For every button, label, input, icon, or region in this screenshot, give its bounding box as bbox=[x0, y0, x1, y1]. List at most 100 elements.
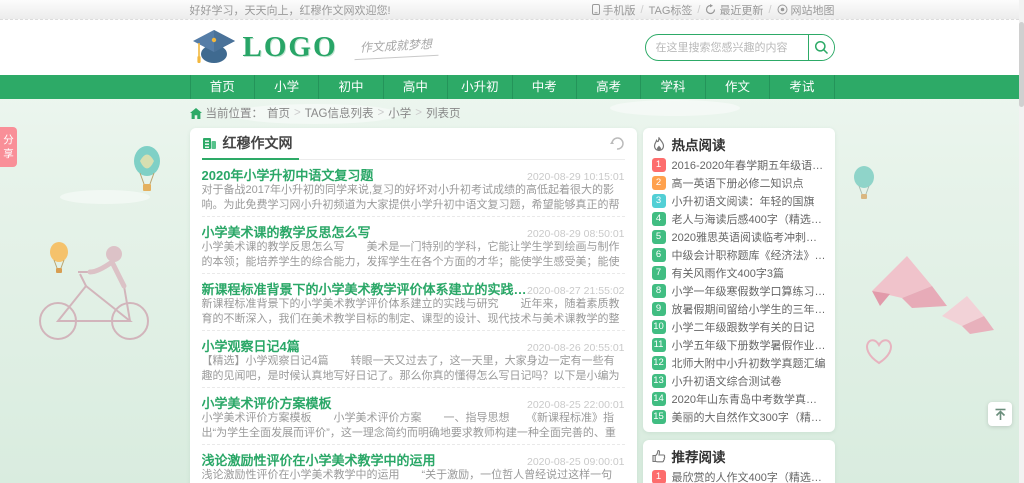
hot-list-item[interactable]: 11小学五年级下册数学暑假作业答案【20-61 bbox=[652, 336, 826, 354]
rank-badge: 8 bbox=[652, 284, 666, 298]
breadcrumb-list-page[interactable]: 列表页 bbox=[426, 105, 461, 121]
nav-item-zhongkao[interactable]: 中考 bbox=[513, 75, 577, 99]
refresh-icon bbox=[705, 4, 716, 15]
nav-item-exams[interactable]: 考试 bbox=[770, 75, 834, 99]
scrollbar-track[interactable] bbox=[1019, 0, 1024, 483]
breadcrumb-tag-list[interactable]: TAG信息列表 bbox=[305, 105, 374, 121]
refresh-list-button[interactable] bbox=[609, 137, 625, 151]
hot-list-item[interactable]: 9放暑假期间留给小学生的三年级英语作文范文 bbox=[652, 300, 826, 318]
article-date: 2020-08-25 09:00:01 bbox=[527, 456, 625, 468]
nav-item-junior[interactable]: 初中 bbox=[319, 75, 383, 99]
article-date: 2020-08-29 08:50:01 bbox=[527, 228, 625, 240]
recent-updates-link[interactable]: 最近更新 bbox=[705, 2, 763, 18]
top-link-label: 网站地图 bbox=[791, 2, 835, 18]
hot-list-item[interactable]: 12北师大附中小升初数学真题汇编 bbox=[652, 354, 826, 372]
welcome-text: 好好学习，天天向上，红穆作文网欢迎您! bbox=[190, 2, 391, 18]
article-date: 2020-08-27 21:55:02 bbox=[527, 285, 625, 297]
article-title-link[interactable]: 小学美术课的教学反思怎么写 bbox=[202, 222, 371, 241]
back-to-top-button[interactable] bbox=[988, 402, 1012, 426]
separator: / bbox=[768, 4, 771, 16]
search-icon bbox=[814, 40, 829, 55]
hot-list-item[interactable]: 12016-2020年春学期五年级语文下期末模拟 bbox=[652, 156, 826, 174]
search-input[interactable] bbox=[646, 35, 808, 60]
article-excerpt: 浅论激励性评价在小学美术教学中的运用 “关于激励，一位哲人曾经说过这样一句话：一… bbox=[202, 468, 625, 483]
hot-list-item[interactable]: 15美丽的大自然作文300字（精选3篇） bbox=[652, 408, 826, 426]
site-logo[interactable]: LOGO bbox=[190, 28, 338, 68]
thumbs-up-icon bbox=[652, 449, 666, 463]
breadcrumb-primary[interactable]: 小学 bbox=[388, 105, 411, 121]
hot-item-title: 高一英语下册必修二知识点 bbox=[672, 175, 804, 191]
hot-list-item[interactable]: 13小升初语文综合测试卷 bbox=[652, 372, 826, 390]
tag-list-link[interactable]: TAG标签 bbox=[649, 2, 693, 18]
rank-badge: 10 bbox=[652, 320, 666, 334]
hot-icon bbox=[652, 137, 666, 152]
article-date: 2020-08-26 20:55:01 bbox=[527, 342, 625, 354]
search-button[interactable] bbox=[808, 35, 834, 60]
separator: > bbox=[378, 107, 385, 119]
hot-item-title: 小学一年级寒假数学口算练习题三篇 bbox=[672, 283, 826, 299]
nav-item-primary[interactable]: 小学 bbox=[255, 75, 319, 99]
rank-badge: 6 bbox=[652, 248, 666, 262]
panel-header: 红穆作文网 bbox=[202, 128, 625, 160]
main-nav: 首页 小学 初中 高中 小升初 中考 高考 学科 作文 考试 bbox=[0, 75, 1024, 99]
article-title-link[interactable]: 2020年小学升初中语文复习题 bbox=[202, 165, 374, 184]
hot-list-item[interactable]: 6中级会计职称题库《经济法》检测题 bbox=[652, 246, 826, 264]
rank-badge: 12 bbox=[652, 356, 666, 370]
nav-item-xiaoshengchu[interactable]: 小升初 bbox=[448, 75, 512, 99]
top-link-label: TAG标签 bbox=[649, 2, 693, 18]
top-links: 手机版 / TAG标签 / 最近更新 / 网站地图 bbox=[592, 2, 835, 18]
article-excerpt: 对于备战2017年小升初的同学来说,复习的好坏对小升初考试成绩的高低起着很大的影… bbox=[202, 183, 625, 213]
back-to-top-icon bbox=[994, 408, 1007, 421]
mobile-version-link[interactable]: 手机版 bbox=[592, 2, 636, 18]
article-item: 新课程标准背景下的小学美术教学评价体系建立的实践与研究 2020-08-27 2… bbox=[202, 274, 625, 331]
hot-item-title: 小学二年级跟数学有关的日记 bbox=[672, 319, 815, 335]
hot-list-item[interactable]: 3 小升初语文阅读：年轻的国旗 bbox=[652, 192, 826, 210]
search-box bbox=[645, 34, 835, 61]
nav-item-senior[interactable]: 高中 bbox=[384, 75, 448, 99]
scrollbar-thumb[interactable] bbox=[1019, 22, 1024, 107]
breadcrumb-home[interactable]: 首页 bbox=[267, 105, 290, 121]
hot-list-item[interactable]: 2 高一英语下册必修二知识点 bbox=[652, 174, 826, 192]
recommend-list-item[interactable]: 1最欣赏的人作文400字（精选3篇） bbox=[652, 468, 826, 483]
hot-list-item[interactable]: 142020年山东青岛中考数学真题（已公布） bbox=[652, 390, 826, 408]
nav-item-gaokao[interactable]: 高考 bbox=[577, 75, 641, 99]
hot-item-title: 美丽的大自然作文300字（精选3篇） bbox=[672, 409, 826, 425]
separator: > bbox=[415, 107, 422, 119]
undo-icon bbox=[609, 137, 625, 151]
recommend-panel-title: 推荐阅读 bbox=[672, 446, 726, 466]
rank-badge: 1 bbox=[652, 158, 666, 172]
hot-item-title: 小升初语文综合测试卷 bbox=[672, 373, 782, 389]
hot-item-title: 有关风雨作文400字3篇 bbox=[672, 265, 784, 281]
nav-item-subjects[interactable]: 学科 bbox=[641, 75, 705, 99]
article-date: 2020-08-29 10:15:01 bbox=[527, 171, 625, 183]
hot-item-title: 2020年山东青岛中考数学真题（已公布） bbox=[672, 391, 826, 407]
hot-list-item[interactable]: 8 小学一年级寒假数学口算练习题三篇 bbox=[652, 282, 826, 300]
hot-item-title: 小升初语文阅读：年轻的国旗 bbox=[672, 193, 815, 209]
share-button[interactable]: 分享 bbox=[0, 127, 17, 167]
rank-badge: 2 bbox=[652, 176, 666, 190]
hot-list-item[interactable]: 7有关风雨作文400字3篇 bbox=[652, 264, 826, 282]
phone-icon bbox=[592, 4, 600, 15]
article-title-link[interactable]: 浅论激励性评价在小学美术教学中的运用 bbox=[202, 450, 436, 469]
article-excerpt: 新课程标准背景下的小学美术教学评价体系建立的实践与研究 近年来，随着素质教育的不… bbox=[202, 297, 625, 327]
panel-title: 红穆作文网 bbox=[223, 133, 293, 153]
hot-item-title: 2020雅思英语阅读临考冲刺试题附答案 bbox=[672, 229, 826, 245]
article-excerpt: 【精选】小学观察日记4篇 转眼一天又过去了，这一天里，大家身边一定有一些有趣的见… bbox=[202, 354, 625, 384]
sitemap-link[interactable]: 网站地图 bbox=[777, 2, 835, 18]
rank-badge: 11 bbox=[652, 338, 666, 352]
home-icon bbox=[190, 108, 202, 119]
rank-badge: 3 bbox=[652, 194, 666, 208]
nav-item-composition[interactable]: 作文 bbox=[706, 75, 770, 99]
hot-list-item[interactable]: 10 小学二年级跟数学有关的日记 bbox=[652, 318, 826, 336]
nav-item-home[interactable]: 首页 bbox=[190, 75, 255, 99]
article-title-link[interactable]: 新课程标准背景下的小学美术教学评价体系建立的实践与研究 bbox=[202, 279, 528, 298]
top-link-label: 最近更新 bbox=[719, 2, 763, 18]
separator: > bbox=[294, 107, 301, 119]
hot-list-item[interactable]: 52020雅思英语阅读临考冲刺试题附答案 bbox=[652, 228, 826, 246]
article-title-link[interactable]: 小学观察日记4篇 bbox=[202, 336, 300, 355]
recommended-reading-panel: 推荐阅读 1最欣赏的人作文400字（精选3篇） 2关于感恩的中考满分作文600字 bbox=[643, 440, 835, 483]
site-header: LOGO 作文成就梦想 bbox=[0, 20, 1024, 75]
hot-list-item[interactable]: 4老人与海读后感400字（精选3篇） bbox=[652, 210, 826, 228]
hot-reading-panel: 热点阅读 12016-2020年春学期五年级语文下期末模拟 2高一英语下册必修二… bbox=[643, 128, 835, 432]
article-title-link[interactable]: 小学美术评价方案模板 bbox=[202, 393, 332, 412]
